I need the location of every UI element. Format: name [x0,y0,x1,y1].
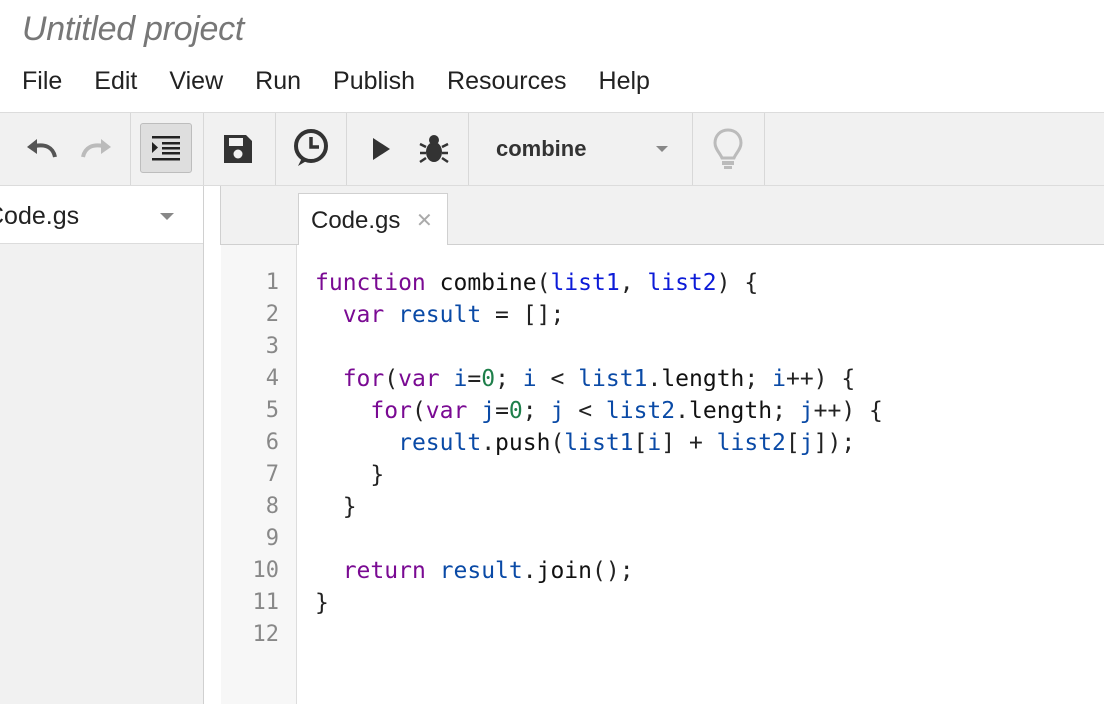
menu-edit[interactable]: Edit [94,64,137,100]
lightbulb-icon [713,128,743,169]
line-number: 3 [265,334,279,359]
toolbar-separator [692,113,693,185]
code-text: } [315,494,357,520]
line-number: 2 [265,302,279,327]
function-select-label: combine [496,136,587,161]
line-number: 6 [265,430,279,455]
toolbar-separator [203,113,204,185]
triggers-button[interactable] [290,127,332,169]
save-button[interactable] [218,129,258,169]
indent-icon [152,136,180,161]
run-button[interactable] [366,133,396,165]
toolbar-separator [275,113,276,185]
menu-bar: File Edit View Run Publish Resources Hel… [22,64,682,100]
menu-resources[interactable]: Resources [447,64,567,100]
code-text: } [315,462,385,488]
code-text: } [315,590,329,616]
code-text: function combine(list1, list2) { [315,270,759,296]
chevron-down-icon [656,146,668,152]
save-icon [224,135,252,163]
function-select[interactable]: combine [470,113,692,185]
redo-button[interactable] [78,133,114,165]
menu-publish[interactable]: Publish [333,64,415,100]
code-text: return result.join(); [342,558,634,584]
line-number: 11 [252,590,280,615]
file-select[interactable]: Code.gs [0,186,203,244]
debug-button[interactable] [414,129,454,169]
line-number: 5 [265,398,279,423]
code-text: result.push(list1[i] + list2[j]); [398,430,856,456]
file-select-label: Code.gs [0,202,80,230]
file-sidebar: Code.gs [0,186,204,704]
line-number: 8 [265,494,279,519]
line-number: 1 [265,270,279,295]
project-title[interactable]: Untitled project [22,10,244,49]
play-icon [373,138,390,160]
line-number: 7 [265,462,279,487]
toolbar-separator [346,113,347,185]
toolbar-separator [764,113,765,185]
execution-hints-button[interactable] [708,125,748,173]
close-icon[interactable]: ✕ [416,208,433,233]
menu-view[interactable]: View [169,64,223,100]
chevron-down-icon [160,213,174,220]
clock-icon [294,129,328,166]
auto-indent-button[interactable] [140,123,192,173]
code-text: for(var i=0; i < list1.length; i++) { [342,366,856,392]
menu-run[interactable]: Run [255,64,301,100]
toolbar-separator [468,113,469,185]
line-number: 10 [252,558,280,583]
code-text: for(var j=0; j < list2.length; j++) { [370,398,883,424]
toolbar: combine [0,112,1104,186]
code-editor[interactable]: function combine(list1, list2) { var res… [297,245,1104,704]
toolbar-separator [130,113,131,185]
redo-icon [81,139,111,158]
undo-icon [27,139,57,158]
tab-label: Code.gs [311,207,401,234]
code-text: var result = []; [342,302,565,328]
tab-code-gs[interactable]: Code.gs ✕ [298,193,448,245]
undo-button[interactable] [24,133,60,165]
tab-bar: Code.gs ✕ [220,186,1104,245]
menu-file[interactable]: File [22,64,62,100]
line-number: 12 [252,622,280,647]
bug-icon [419,135,449,164]
line-number: 4 [265,366,279,391]
menu-help[interactable]: Help [599,64,650,100]
line-number: 9 [265,526,279,551]
panel-divider[interactable] [204,186,220,704]
